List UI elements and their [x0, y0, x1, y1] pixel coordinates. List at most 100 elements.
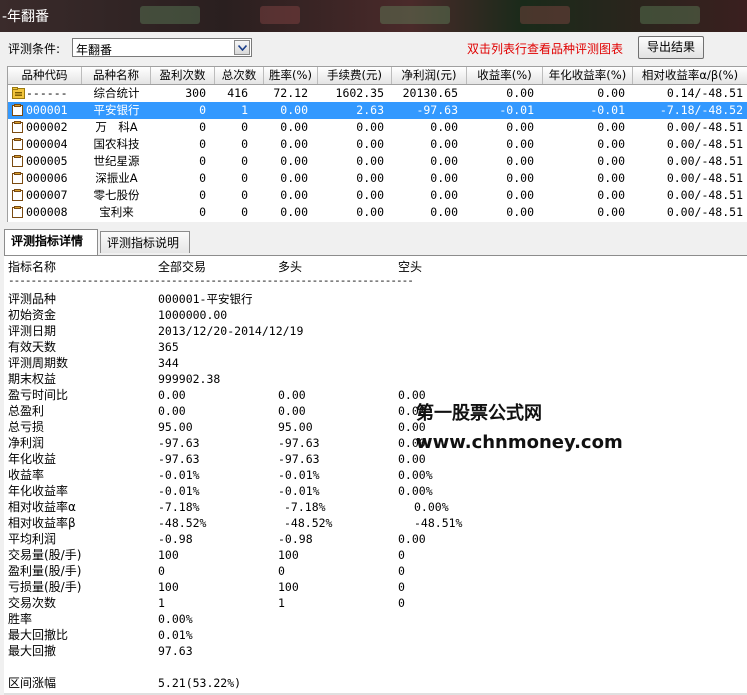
- tab-explanation[interactable]: 评测指标说明: [100, 231, 190, 253]
- results-grid[interactable]: 品种代码 品种名称 盈利次数 总次数 胜率(%) 手续费(元) 净利润(元) 收益率(%) 年化…: [7, 66, 747, 223]
- column-header[interactable]: 净利润(元): [392, 67, 467, 84]
- detail-row-value: 97.63: [158, 644, 193, 658]
- table-row[interactable]: 000008 宝利来 0 0 0.00 0.00 0.00 0.00 0.00 0.00/-48.…: [8, 204, 747, 221]
- detail-header-long: 多头: [278, 260, 303, 274]
- column-header[interactable]: 盈利次数: [151, 67, 215, 84]
- title-bar-blur: [140, 6, 200, 24]
- table-row[interactable]: 000004 国农科技 0 0 0.00 0.00 0.00 0.00 0.00 0.00/-48…: [8, 136, 747, 153]
- title-bar-blur: [640, 6, 700, 24]
- detail-row-value: 0: [398, 596, 405, 610]
- cell-relative-return: 0.00/-48.51: [666, 137, 743, 151]
- cell-fee: 0.00: [356, 154, 384, 168]
- table-row[interactable]: 000002 万 科A 0 0 0.00 0.00 0.00 0.00 0.00 0.00/-48…: [8, 119, 747, 136]
- detail-header-row: 指标名称 全部交易 多头 空头: [4, 259, 744, 275]
- detail-row-value: 0.00: [398, 452, 426, 466]
- cell-name: 综合统计: [93, 86, 140, 100]
- table-row[interactable]: ------ 综合统计 300 416 72.12 1602.35 20130.65 0.00…: [8, 85, 747, 102]
- detail-row-value: 95.00: [158, 420, 193, 434]
- chevron-down-icon[interactable]: [234, 40, 250, 55]
- column-header[interactable]: 总次数: [215, 67, 264, 84]
- document-icon: [12, 104, 23, 116]
- detail-row-value: 5.21(53.22%): [158, 676, 242, 690]
- detail-row-label: 总盈利: [8, 404, 45, 418]
- detail-row: 平均利润 -0.98 -0.98 0.00: [4, 531, 744, 547]
- cell-return-rate: 0.00: [506, 205, 534, 219]
- detail-row-value: 0.00: [278, 388, 306, 402]
- table-row[interactable]: 000005 世纪星源 0 0 0.00 0.00 0.00 0.00 0.00 0.00/-48…: [8, 153, 747, 170]
- cell-total-count: 416: [227, 86, 248, 100]
- detail-row: 年化收益 -97.63 -97.63 0.00: [4, 451, 744, 467]
- detail-row-label: 区间涨幅: [8, 676, 57, 690]
- column-header[interactable]: 年化收益率(%): [543, 67, 633, 84]
- cell-win-count: 0: [199, 188, 206, 202]
- cell-code: 000006: [26, 171, 68, 185]
- cell-name: 国农科技: [93, 137, 140, 151]
- cell-win-rate: 0.00: [280, 154, 308, 168]
- title-bar-blur: [260, 6, 300, 24]
- column-header[interactable]: 品种代码: [8, 67, 82, 84]
- table-row[interactable]: 000007 零七股份 0 0 0.00 0.00 0.00 0.00 0.00 0.00/-48…: [8, 187, 747, 204]
- detail-row-value: -7.18%: [284, 500, 326, 514]
- cell-win-count: 0: [199, 171, 206, 185]
- cell-total-count: 0: [241, 205, 248, 219]
- cell-win-count: 0: [199, 103, 206, 117]
- detail-row-value: 100: [158, 548, 179, 562]
- cell-net-profit: 0.00: [430, 137, 458, 151]
- cell-win-count: 300: [185, 86, 206, 100]
- detail-row-label: 净利润: [8, 436, 45, 450]
- detail-row-label: 年化收益: [8, 452, 57, 466]
- hint-text: 双击列表行查看品种评测图表: [467, 42, 624, 56]
- detail-row-label: 收益率: [8, 468, 45, 482]
- column-header[interactable]: 手续费(元): [318, 67, 392, 84]
- detail-row: 收益率 -0.01% -0.01% 0.00%: [4, 467, 744, 483]
- detail-row: 有效天数 365: [4, 339, 744, 355]
- title-bar-blur: [380, 6, 450, 24]
- detail-row-label: 平均利润: [8, 532, 57, 546]
- detail-row-label: 最大回撤比: [8, 628, 69, 642]
- export-button[interactable]: 导出结果: [638, 36, 704, 59]
- cell-win-count: 0: [199, 154, 206, 168]
- detail-row-value: -97.63: [278, 436, 320, 450]
- detail-row-value: -0.01%: [278, 468, 320, 482]
- detail-separator: ----------------------------------------…: [8, 278, 446, 284]
- document-icon: [12, 121, 23, 133]
- detail-row-label: 相对收益率α: [8, 500, 76, 514]
- detail-row: 总亏损 95.00 95.00 0.00: [4, 419, 744, 435]
- cell-fee: 0.00: [356, 205, 384, 219]
- condition-select-value: 年翻番: [76, 43, 113, 57]
- table-row[interactable]: 000001 平安银行 0 1 0.00 2.63 -97.63 -0.01 -0.01 -7.1…: [8, 102, 747, 119]
- detail-row-value: 0.00: [398, 532, 426, 546]
- column-header[interactable]: 收益率(%): [467, 67, 543, 84]
- cell-win-rate: 0.00: [280, 171, 308, 185]
- cell-net-profit: -97.63: [416, 103, 458, 117]
- cell-return-rate: 0.00: [506, 188, 534, 202]
- cell-net-profit: 20130.65: [402, 86, 458, 100]
- column-header[interactable]: 品种名称: [82, 67, 151, 84]
- detail-row-value: -0.01%: [158, 484, 200, 498]
- detail-row-value: -48.51%: [414, 516, 463, 530]
- cell-annual-return: 0.00: [597, 171, 625, 185]
- column-header[interactable]: 相对收益率α/β(%): [633, 67, 747, 84]
- column-header[interactable]: 胜率(%): [264, 67, 318, 84]
- detail-row: 盈利量(股/手) 0 0 0: [4, 563, 744, 579]
- cell-win-count: 0: [199, 120, 206, 134]
- cell-annual-return: 0.00: [597, 86, 625, 100]
- title-bar-blur: [520, 6, 570, 24]
- tab-detail[interactable]: 评测指标详情: [4, 229, 98, 255]
- cell-return-rate: 0.00: [506, 137, 534, 151]
- detail-row: 最大回撤 97.63: [4, 643, 744, 659]
- detail-panel[interactable]: 指标名称 全部交易 多头 空头 ------------------------…: [4, 255, 747, 695]
- cell-total-count: 0: [241, 188, 248, 202]
- detail-row-value: -0.98: [278, 532, 313, 546]
- condition-select[interactable]: 年翻番: [72, 38, 252, 57]
- detail-row-value: -48.52%: [284, 516, 333, 530]
- cell-fee: 0.00: [356, 137, 384, 151]
- detail-row: 评测周期数 344: [4, 355, 744, 371]
- toolbar: 评测条件: 年翻番 双击列表行查看品种评测图表 导出结果: [0, 32, 747, 64]
- cell-fee: 0.00: [356, 120, 384, 134]
- cell-total-count: 1: [241, 103, 248, 117]
- table-row[interactable]: 000006 深振业A 0 0 0.00 0.00 0.00 0.00 0.00 0.00/-48…: [8, 170, 747, 187]
- detail-row: 年化收益率 -0.01% -0.01% 0.00%: [4, 483, 744, 499]
- watermark-site-url: www.chnmoney.com: [416, 432, 623, 453]
- window-title-bar[interactable]: -年翻番: [0, 0, 747, 32]
